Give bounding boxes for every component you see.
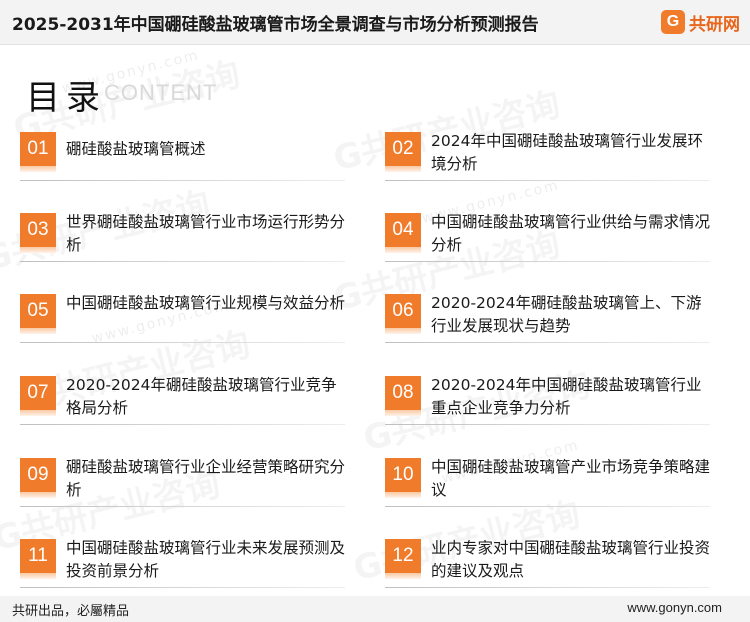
toc-label: 中国硼硅酸盐玻璃管行业未来发展预测及投资前景分析 bbox=[66, 539, 346, 580]
toc-label: 硼硅酸盐玻璃管概述 bbox=[66, 140, 206, 158]
toc-number-badge: 12 bbox=[385, 539, 421, 579]
toc-item[interactable]: 11 中国硼硅酸盐玻璃管行业未来发展预测及投资前景分析 bbox=[20, 539, 345, 591]
toc-item[interactable]: 08 2020-2024年中国硼硅酸盐玻璃管行业重点企业竞争力分析 bbox=[385, 376, 710, 428]
toc-label: 业内专家对中国硼硅酸盐玻璃管行业投资的建议及观点 bbox=[431, 539, 711, 580]
toc-number-badge: 06 bbox=[385, 294, 421, 334]
toc-divider bbox=[385, 506, 710, 507]
toc-divider bbox=[385, 424, 710, 425]
toc-number-badge: 07 bbox=[20, 376, 56, 416]
toc-label: 中国硼硅酸盐玻璃管产业市场竞争策略建议 bbox=[431, 458, 711, 499]
toc-divider bbox=[20, 587, 345, 588]
toc-label: 2020-2024年硼硅酸盐玻璃管上、下游行业发展现状与趋势 bbox=[431, 294, 702, 335]
report-title: 2025-2031年中国硼硅酸盐玻璃管市场全景调查与市场分析预测报告 bbox=[12, 15, 539, 35]
toc-item[interactable]: 10 中国硼硅酸盐玻璃管产业市场竞争策略建议 bbox=[385, 458, 710, 510]
toc-divider bbox=[20, 180, 345, 181]
toc-number-badge: 02 bbox=[385, 132, 421, 172]
toc-subtitle: CONTENT bbox=[104, 80, 218, 105]
toc-number-badge: 03 bbox=[20, 213, 56, 253]
toc-title: 目录 bbox=[26, 78, 106, 118]
toc-divider bbox=[20, 424, 345, 425]
toc-item[interactable]: 09 硼硅酸盐玻璃管行业企业经营策略研究分析 bbox=[20, 458, 345, 510]
brand-logo[interactable]: G 共研网 bbox=[661, 9, 740, 35]
toc-number-badge: 11 bbox=[20, 539, 56, 579]
toc-divider bbox=[385, 261, 710, 262]
toc-label: 硼硅酸盐玻璃管行业企业经营策略研究分析 bbox=[66, 458, 346, 499]
logo-icon: G bbox=[661, 10, 685, 34]
toc-item[interactable]: 03 世界硼硅酸盐玻璃管行业市场运行形势分析 bbox=[20, 213, 345, 265]
toc-label: 中国硼硅酸盐玻璃管行业供给与需求情况分析 bbox=[431, 213, 711, 254]
toc-number-badge: 04 bbox=[385, 213, 421, 253]
footer-slogan: 共研出品，必屬精品 bbox=[12, 604, 130, 619]
toc-item[interactable]: 04 中国硼硅酸盐玻璃管行业供给与需求情况分析 bbox=[385, 213, 710, 265]
toc-label: 2020-2024年硼硅酸盐玻璃管行业竞争格局分析 bbox=[66, 376, 337, 417]
page-footer: 共研出品，必屬精品 www.gonyn.com bbox=[0, 596, 750, 622]
toc-label: 中国硼硅酸盐玻璃管行业规模与效益分析 bbox=[66, 294, 346, 312]
toc-item[interactable]: 02 2024年中国硼硅酸盐玻璃管行业发展环境分析 bbox=[385, 132, 710, 184]
toc-item[interactable]: 05 中国硼硅酸盐玻璃管行业规模与效益分析 bbox=[20, 294, 345, 346]
footer-website-link[interactable]: www.gonyn.com bbox=[627, 600, 722, 615]
toc-divider bbox=[20, 506, 345, 507]
toc-item[interactable]: 07 2020-2024年硼硅酸盐玻璃管行业竞争格局分析 bbox=[20, 376, 345, 428]
toc-divider bbox=[385, 342, 710, 343]
toc-item[interactable]: 12 业内专家对中国硼硅酸盐玻璃管行业投资的建议及观点 bbox=[385, 539, 710, 591]
toc-divider bbox=[385, 180, 710, 181]
report-header: 2025-2031年中国硼硅酸盐玻璃管市场全景调查与市场分析预测报告 G 共研网 bbox=[0, 0, 750, 45]
toc-label: 世界硼硅酸盐玻璃管行业市场运行形势分析 bbox=[66, 213, 346, 254]
toc-divider bbox=[20, 342, 345, 343]
toc-number-badge: 01 bbox=[20, 132, 56, 172]
toc-label: 2020-2024年中国硼硅酸盐玻璃管行业重点企业竞争力分析 bbox=[431, 376, 702, 417]
toc-divider bbox=[385, 587, 710, 588]
toc-number-badge: 09 bbox=[20, 458, 56, 498]
toc-label: 2024年中国硼硅酸盐玻璃管行业发展环境分析 bbox=[431, 132, 703, 173]
toc-number-badge: 10 bbox=[385, 458, 421, 498]
logo-text: 共研网 bbox=[689, 14, 740, 35]
toc-item[interactable]: 01 硼硅酸盐玻璃管概述 bbox=[20, 132, 345, 184]
toc-divider bbox=[20, 261, 345, 262]
toc-number-badge: 08 bbox=[385, 376, 421, 416]
toc-item[interactable]: 06 2020-2024年硼硅酸盐玻璃管上、下游行业发展现状与趋势 bbox=[385, 294, 710, 346]
toc-number-badge: 05 bbox=[20, 294, 56, 334]
